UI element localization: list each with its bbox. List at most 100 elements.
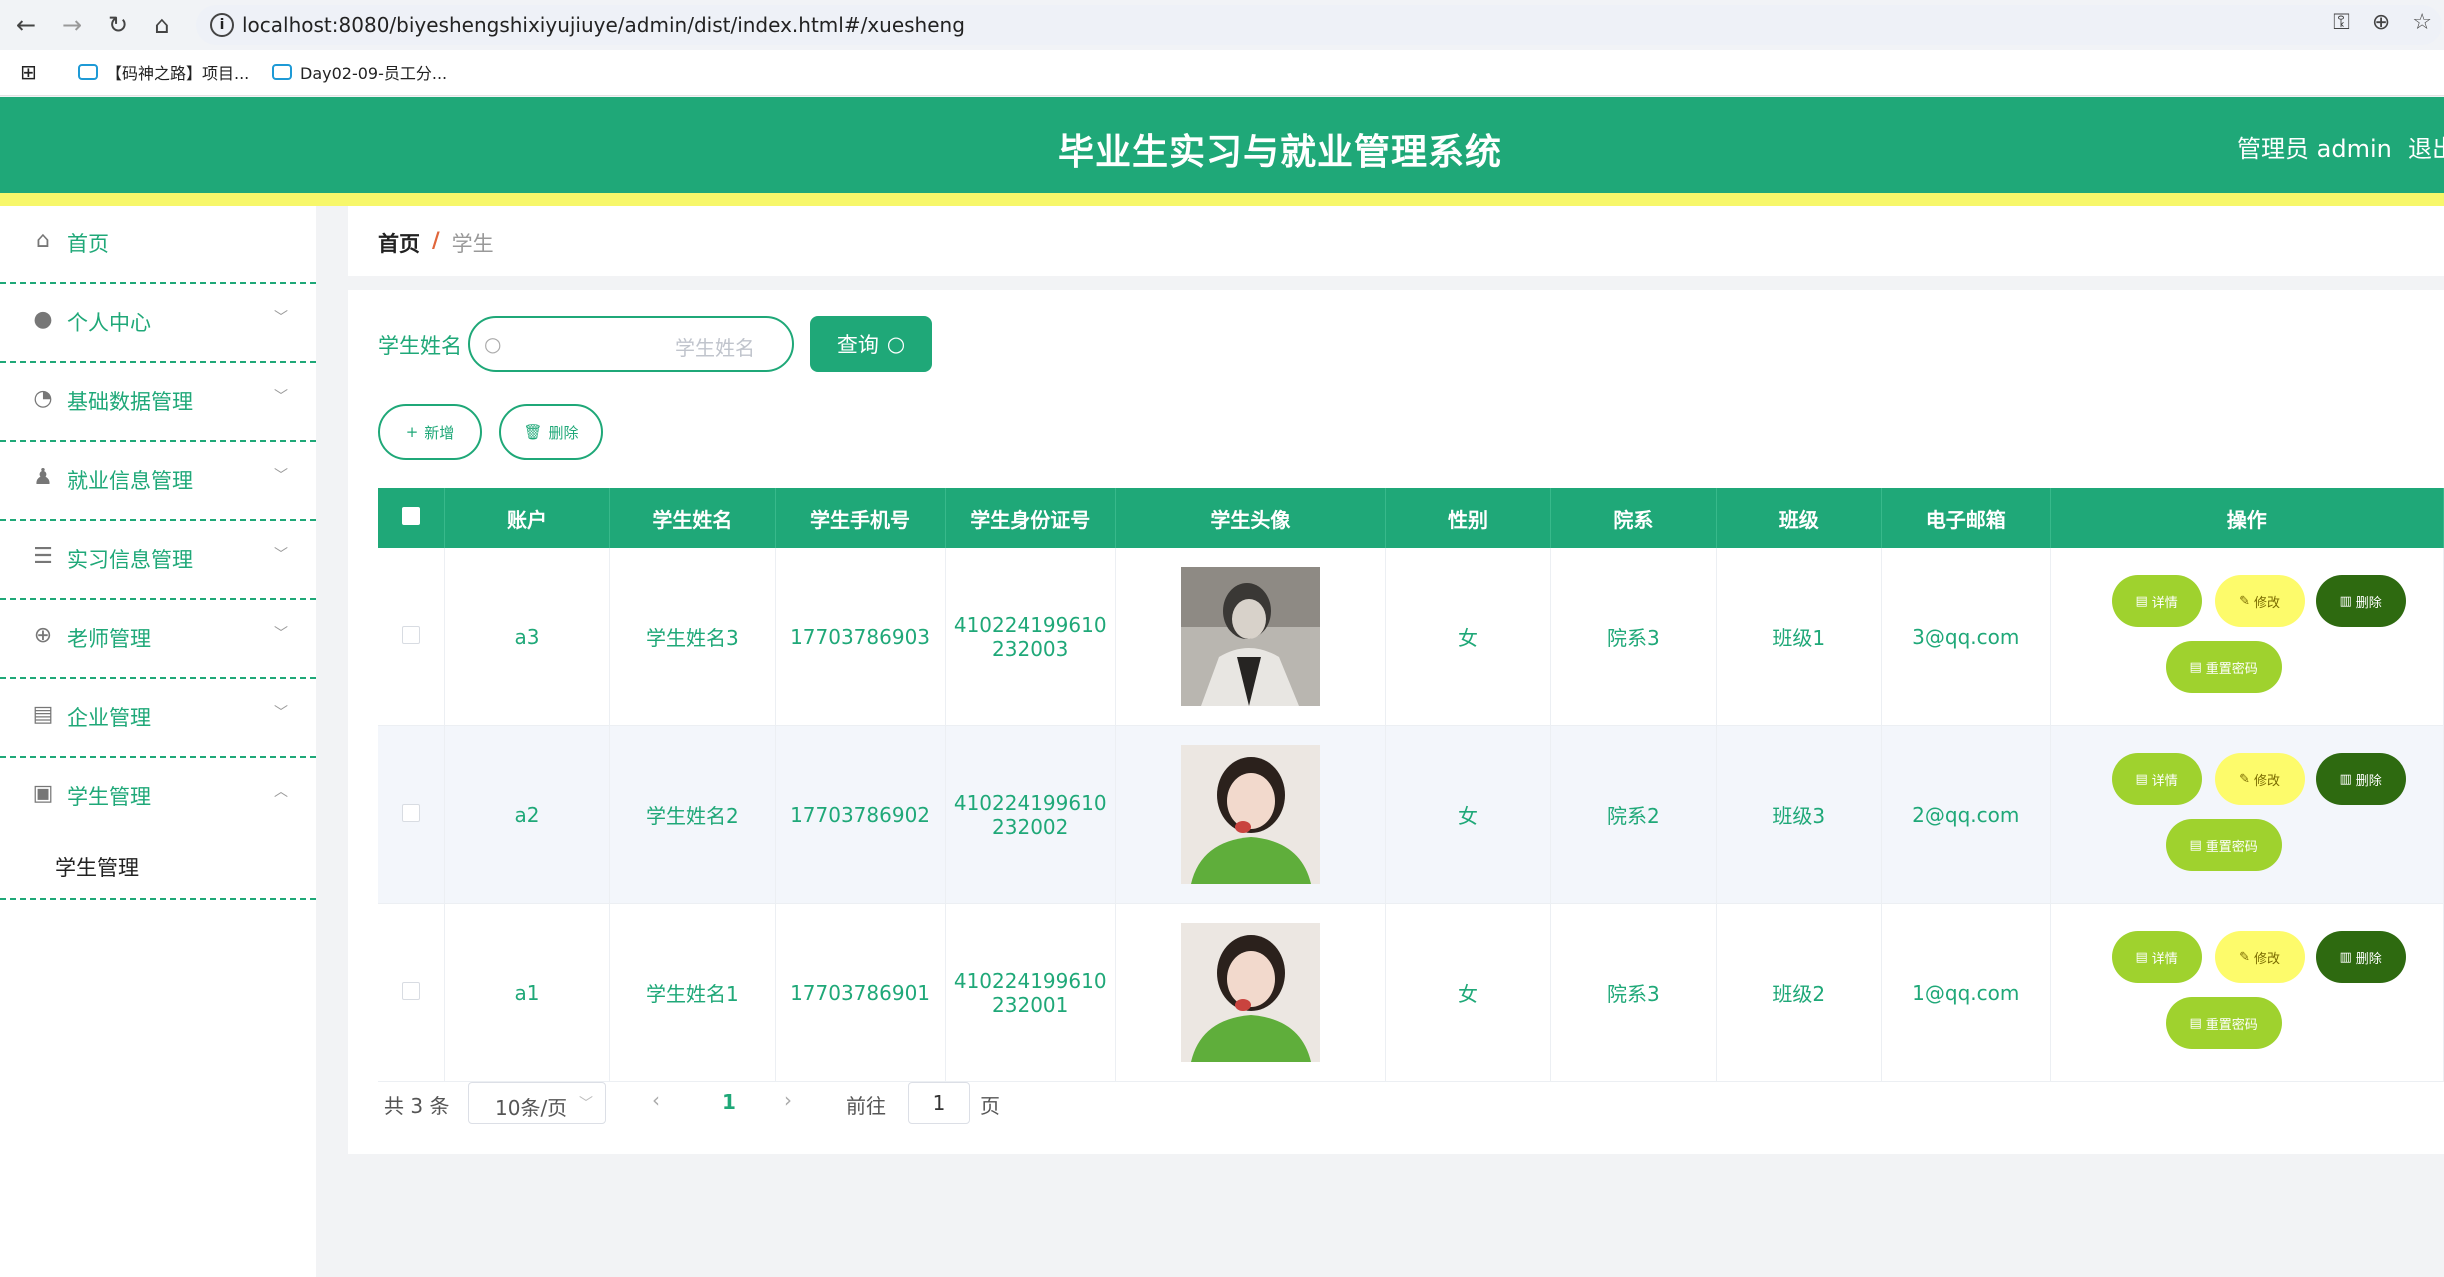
address-bar[interactable]: i localhost:8080/biyeshengshixiyujiuye/a…	[196, 5, 2442, 45]
id-line-2: 232002	[992, 814, 1069, 839]
detail-button[interactable]: ▤ 详情	[2111, 753, 2202, 805]
cell-account: a3	[444, 548, 611, 726]
sidebar-item-home[interactable]: ⌂ 首页	[0, 206, 316, 284]
cell-phone: 17703786902	[775, 725, 946, 904]
column-header: 性别	[1385, 488, 1552, 548]
forward-icon[interactable]: →	[56, 9, 88, 41]
sidebar-item-companies[interactable]: ▤ 企业管理 ﹀	[0, 680, 316, 758]
sidebar-item-basic-data[interactable]: ◔ 基础数据管理 ﹀	[0, 364, 316, 442]
sidebar-item-students[interactable]: ▣ 学生管理 ︿	[0, 759, 316, 837]
delete-label: 删除	[2355, 951, 2382, 967]
sidebar-item-label: 实习信息管理	[67, 548, 193, 572]
pencil-icon: ✎	[2239, 949, 2251, 965]
sidebar-item-label: 就业信息管理	[67, 469, 193, 493]
document-icon: ▤	[2135, 593, 2148, 609]
sidebar-item-label: 首页	[67, 232, 109, 256]
pencil-icon: ✎	[2239, 771, 2251, 787]
row-checkbox[interactable]	[378, 903, 445, 1082]
id-line-2: 232003	[992, 636, 1069, 661]
chevron-down-icon: ﹀	[579, 1096, 593, 1112]
reset-password-button[interactable]: ▤ 重置密码	[2165, 641, 2282, 693]
table-row: a1 学生姓名1 17703786901 410224199610 232001 …	[378, 903, 2444, 1082]
delete-button[interactable]: ▥ 删除	[2315, 931, 2406, 983]
batch-delete-button[interactable]: 🗑 删除	[499, 404, 603, 460]
prev-page-icon[interactable]: ‹	[652, 1088, 660, 1112]
sidebar-item-teachers[interactable]: ⊕ 老师管理 ﹀	[0, 601, 316, 679]
sidebar-item-label: 学生管理	[67, 785, 151, 809]
reload-icon[interactable]: ↻	[102, 9, 134, 41]
user-icon: ●	[33, 307, 53, 332]
home-page-icon[interactable]: ⌂	[146, 9, 178, 41]
chevron-down-icon: ﹀	[274, 389, 288, 405]
zoom-icon[interactable]: ⊕	[2372, 10, 2390, 35]
avatar-image	[1180, 567, 1320, 706]
avatar-image	[1180, 923, 1320, 1062]
chevron-down-icon: ﹀	[274, 310, 288, 326]
cell-name: 学生姓名2	[609, 725, 776, 904]
reset-label: 重置密码	[2205, 839, 2258, 855]
column-header: 操作	[2050, 488, 2444, 548]
apps-grid-icon[interactable]: ⊞	[20, 60, 37, 84]
row-checkbox[interactable]	[378, 548, 445, 726]
sidebar-item-employment[interactable]: ♟ 就业信息管理 ﹀	[0, 443, 316, 521]
edit-label: 修改	[2254, 951, 2281, 967]
cell-email: 3@qq.com	[1881, 548, 2051, 726]
back-icon[interactable]: ←	[10, 9, 42, 41]
site-info-icon[interactable]: i	[210, 13, 234, 37]
student-name-search-input[interactable]: ○ 学生姓名	[468, 316, 794, 372]
select-all-checkbox[interactable]	[378, 488, 445, 548]
bookmark-item-1[interactable]: 【码神之路】项目...	[78, 60, 249, 84]
reset-password-button[interactable]: ▤ 重置密码	[2165, 997, 2282, 1049]
sidebar-item-internship[interactable]: ☰ 实习信息管理 ﹀	[0, 522, 316, 600]
breadcrumb-home[interactable]: 首页	[378, 228, 420, 258]
column-header: 账户	[444, 488, 611, 548]
pagination: 共 3 条 10条/页 ﹀ ‹ 1 › 前往 1 页	[384, 1082, 1084, 1128]
goto-page-input[interactable]: 1	[908, 1082, 970, 1124]
edit-button[interactable]: ✎ 修改	[2214, 575, 2305, 627]
page-size-select[interactable]: 10条/页 ﹀	[468, 1082, 606, 1124]
reset-label: 重置密码	[2205, 661, 2258, 677]
next-page-icon[interactable]: ›	[784, 1088, 792, 1112]
detail-button[interactable]: ▤ 详情	[2111, 931, 2202, 983]
breadcrumb-current: 学生	[451, 232, 494, 256]
cell-id-number: 410224199610 232001	[945, 903, 1116, 1082]
add-button-label: 新增	[424, 423, 455, 442]
id-line-1: 410224199610	[953, 612, 1107, 637]
cell-class: 班级1	[1716, 548, 1882, 726]
detail-label: 详情	[2151, 951, 2178, 967]
add-button[interactable]: + 新增	[378, 404, 482, 460]
password-key-icon[interactable]: ⚿	[2333, 10, 2350, 35]
breadcrumb-separator: /	[432, 228, 440, 252]
document-icon: ▤	[2135, 771, 2148, 787]
document-icon: ▤	[2189, 1015, 2202, 1031]
query-button[interactable]: 查询 ○	[810, 316, 932, 372]
column-header: 学生头像	[1115, 488, 1386, 548]
page-size-value: 10条/页	[495, 1096, 568, 1120]
delete-button[interactable]: ▥ 删除	[2315, 575, 2406, 627]
page-number[interactable]: 1	[722, 1090, 736, 1114]
bookmark-star-icon[interactable]: ☆	[2412, 10, 2432, 35]
sidebar-item-personal-center[interactable]: ● 个人中心 ﹀	[0, 285, 316, 363]
search-icon: ○	[886, 332, 906, 356]
sidebar-item-label: 个人中心	[67, 311, 151, 335]
edit-button[interactable]: ✎ 修改	[2214, 753, 2305, 805]
cell-department: 院系2	[1550, 725, 1717, 904]
cell-gender: 女	[1385, 548, 1552, 726]
trash-icon: ▥	[2339, 593, 2352, 609]
bookmark-item-2[interactable]: Day02-09-员工分...	[272, 60, 447, 84]
cell-account: a2	[444, 725, 611, 904]
trash-icon: 🗑	[523, 423, 543, 441]
reset-password-button[interactable]: ▤ 重置密码	[2165, 819, 2282, 871]
detail-button[interactable]: ▤ 详情	[2111, 575, 2202, 627]
chevron-down-icon: ﹀	[274, 468, 288, 484]
delete-button[interactable]: ▥ 删除	[2315, 753, 2406, 805]
browser-actions: ⚿ ⊕ ☆	[2333, 10, 2444, 35]
cell-email: 1@qq.com	[1881, 903, 2051, 1082]
avatar-image	[1180, 745, 1320, 884]
edit-button[interactable]: ✎ 修改	[2214, 931, 2305, 983]
sidebar-subitem-student-management[interactable]: 学生管理	[0, 830, 316, 900]
bookmark-label: Day02-09-员工分...	[300, 64, 448, 83]
row-checkbox[interactable]	[378, 725, 445, 904]
page-unit-label: 页	[980, 1094, 1000, 1118]
logout-link[interactable]: 退出	[2408, 129, 2444, 164]
